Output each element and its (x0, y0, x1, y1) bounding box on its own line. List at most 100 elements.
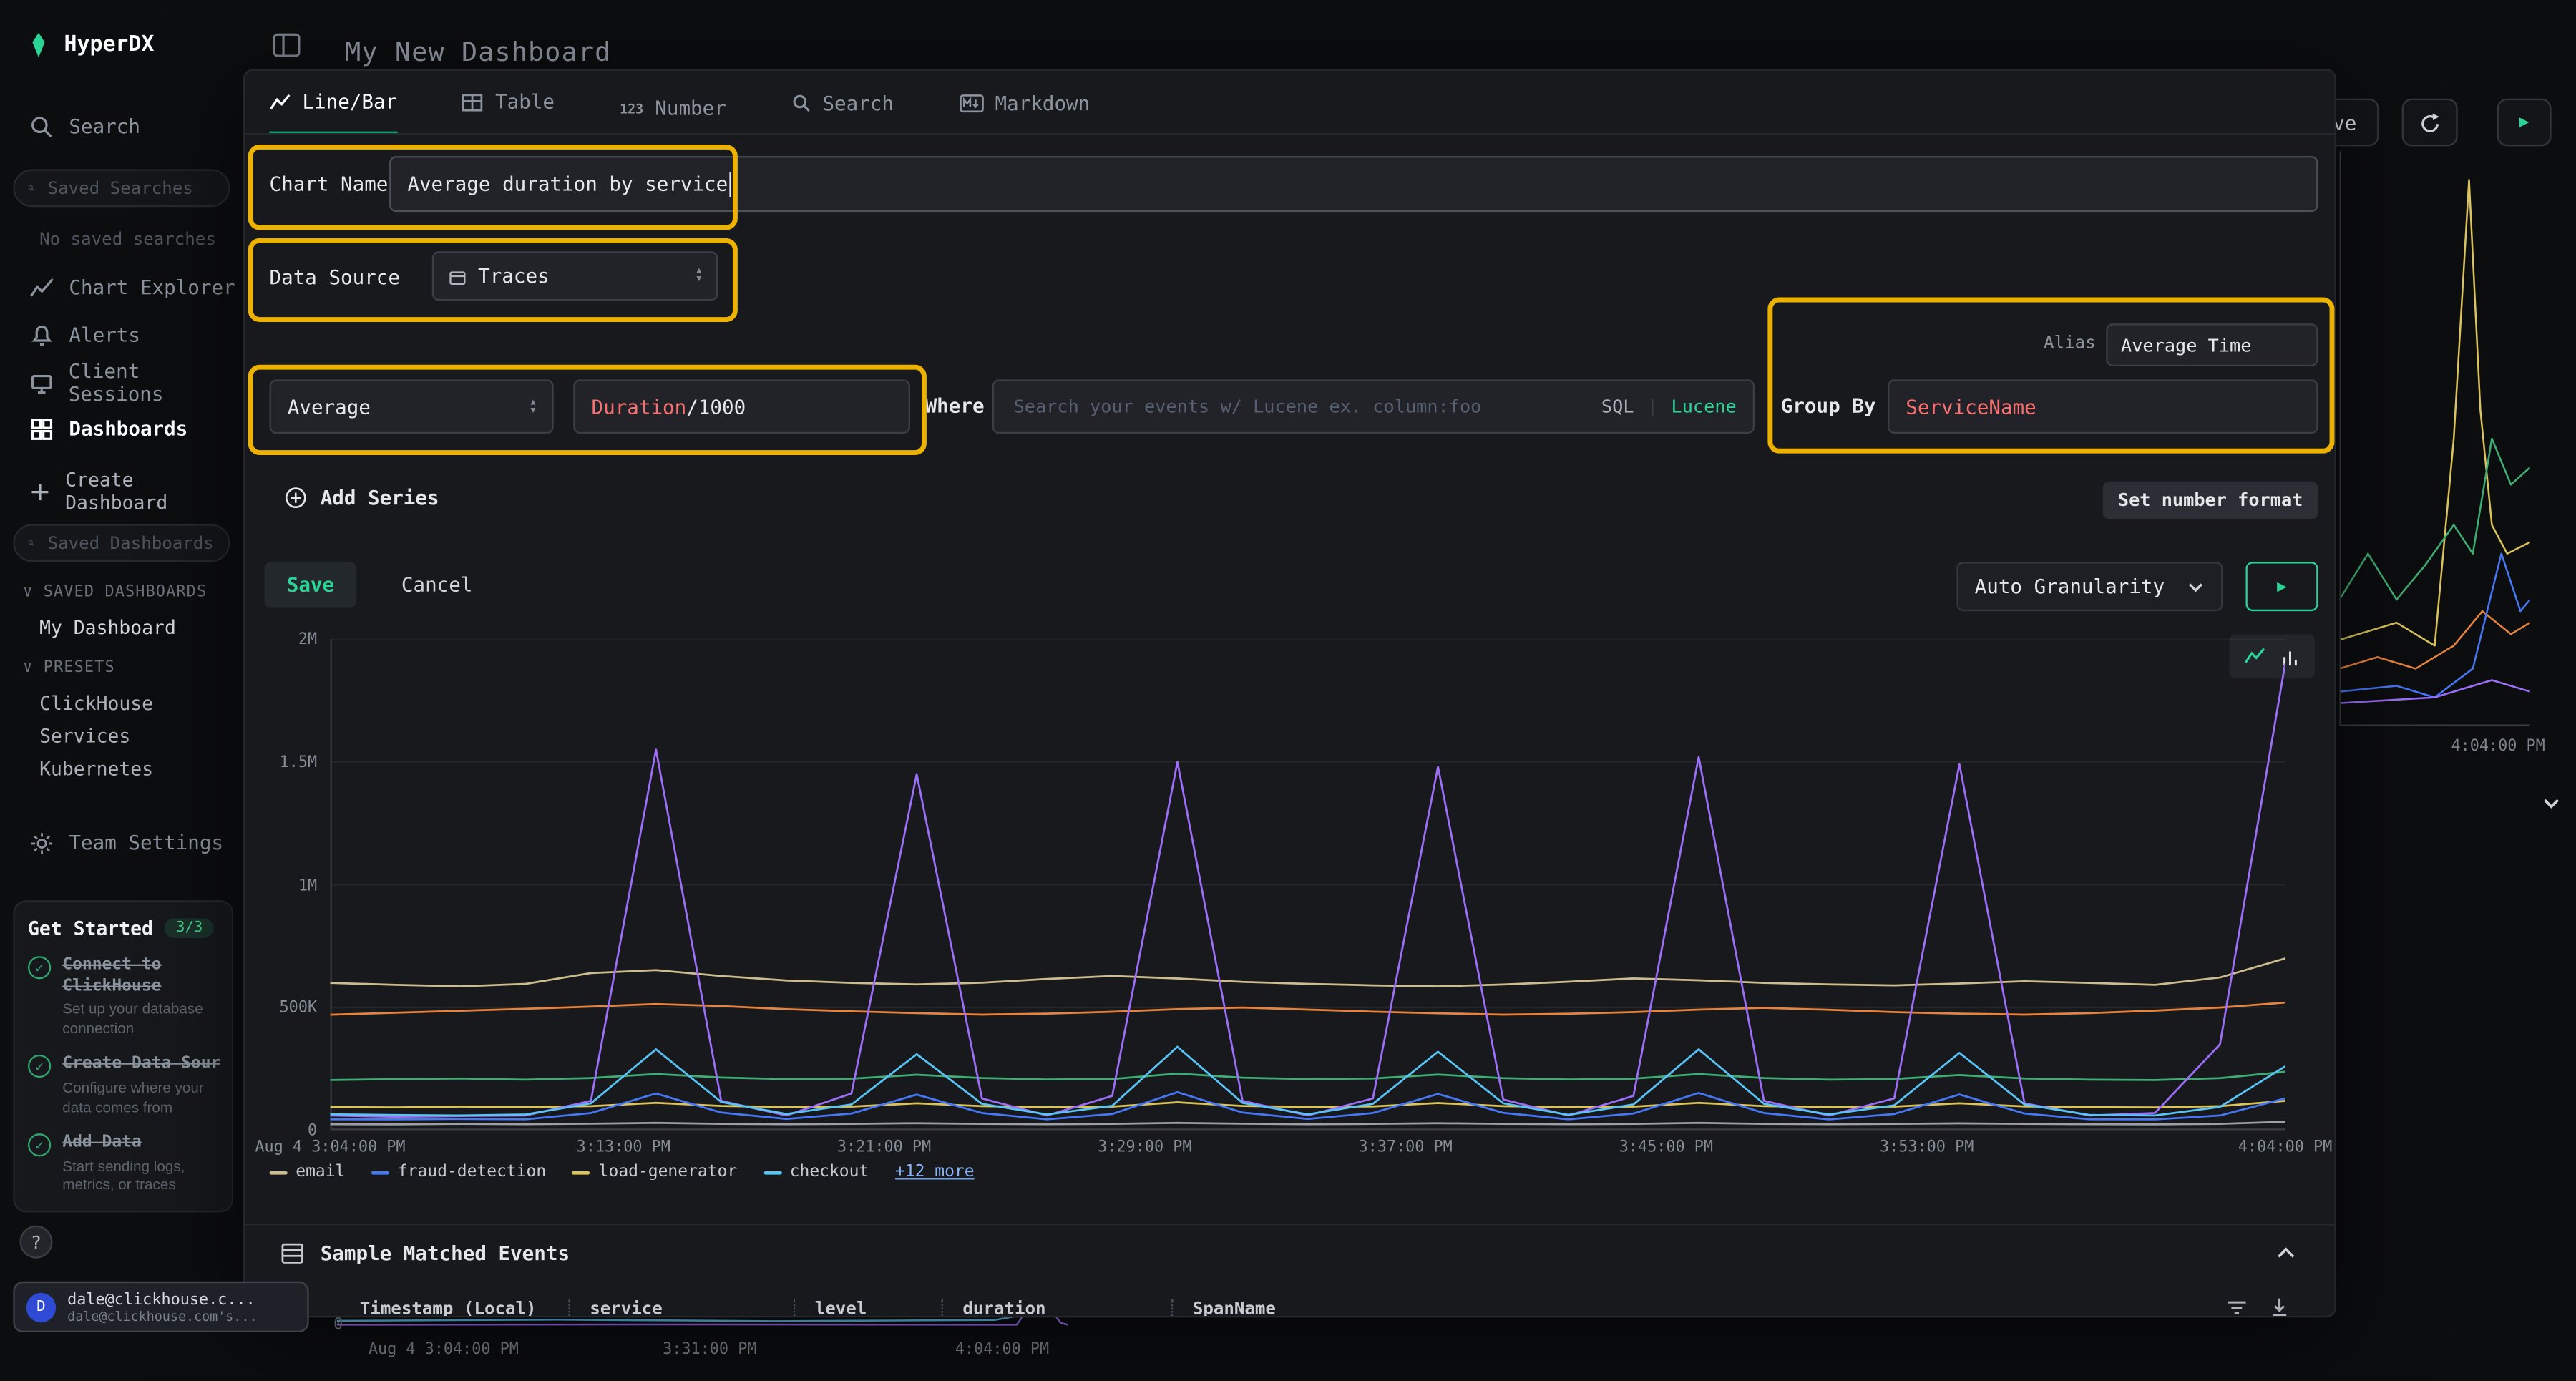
field-value-rest: /1000 (686, 395, 746, 418)
no-saved-searches-text: No saved searches (39, 230, 216, 250)
sidebar-item-label: Client Sessions (69, 360, 243, 406)
data-source-select[interactable]: Traces ▲▼ (432, 251, 718, 301)
sidebar-item-my-dashboard[interactable]: My Dashboard (39, 616, 176, 639)
filter-icon[interactable] (2226, 1298, 2248, 1318)
get-started-badge: 3/3 (165, 918, 214, 938)
sql-toggle[interactable]: SQL (1601, 396, 1634, 417)
collapse-chevron-icon[interactable] (2275, 1245, 2297, 1262)
presets-section-header[interactable]: ∨ PRESETS (23, 659, 236, 677)
group-by-input[interactable]: ServiceName (1888, 379, 2318, 434)
saved-dashboards-input[interactable] (13, 524, 230, 562)
legend-item[interactable]: fraud-detection (371, 1163, 546, 1181)
tab-number[interactable]: 123 Number (620, 77, 726, 140)
user-menu[interactable]: D dale@clickhouse.c... dale@clickhouse.c… (13, 1282, 308, 1332)
table-column-header[interactable]: level (794, 1299, 942, 1317)
chart-name-value: Average duration by service (407, 172, 728, 195)
check-circle-icon: ✓ (28, 956, 51, 979)
table-column-header[interactable]: Timestamp (Local) (360, 1299, 569, 1317)
legend-label: fraud-detection (398, 1163, 546, 1181)
tabs-divider (245, 133, 2334, 135)
refresh-button[interactable] (2402, 99, 2458, 147)
step-title: Create Data Source (62, 1055, 220, 1076)
y-tick-label: 500K (245, 999, 317, 1017)
create-dashboard-label: Create Dashboard (65, 468, 243, 514)
legend-item[interactable]: +12 more (895, 1163, 975, 1181)
get-started-step[interactable]: ✓ Add Data Start sending logs, metrics, … (28, 1134, 218, 1196)
where-label: Where (925, 394, 985, 417)
sidebar-item-label: Dashboards (69, 417, 187, 440)
search-icon (28, 534, 34, 552)
sidebar-collapse-icon[interactable] (273, 33, 301, 57)
tab-search[interactable]: Search (791, 72, 894, 134)
aggregation-select[interactable]: Average ▲▼ (270, 379, 554, 434)
granularity-select[interactable]: Auto Granularity (1956, 562, 2223, 611)
lucene-toggle[interactable]: Lucene (1672, 396, 1737, 417)
sidebar-item-chart-explorer[interactable]: Chart Explorer (0, 266, 243, 309)
bell-icon (29, 323, 54, 347)
hyperdx-logo[interactable]: HyperDX (26, 33, 155, 57)
sidebar-item-alerts[interactable]: Alerts (0, 314, 243, 357)
saved-dashboards-section-header[interactable]: ∨ SAVED DASHBOARDS (23, 583, 236, 601)
tab-label: Search (822, 91, 894, 114)
get-started-step[interactable]: ✓ Connect to ClickHouse Set up your data… (28, 956, 218, 1039)
table-icon (462, 91, 484, 112)
legend-item[interactable]: email (270, 1163, 346, 1181)
hyperdx-logo-icon (26, 33, 51, 57)
chart-name-input[interactable]: Average duration by service (389, 156, 2318, 212)
sidebar-item-search[interactable]: Search (0, 105, 243, 148)
alias-value: Average Time (2121, 334, 2251, 356)
chart-editor-modal: Line/Bar Table 123 Number Search (243, 69, 2336, 1317)
set-number-format-button[interactable]: Set number format (2103, 482, 2318, 519)
run-chart-button[interactable]: ▶ (2245, 562, 2318, 611)
preset-clickhouse[interactable]: ClickHouse (39, 692, 153, 715)
get-started-title: Get Started (28, 917, 153, 940)
legend-item[interactable]: checkout (763, 1163, 869, 1181)
bg-right-axis-label: 4:04:00 PM (2451, 738, 2545, 756)
legend-color-dash (763, 1171, 781, 1174)
chevron-down-icon (2187, 579, 2205, 594)
legend-color-dash (371, 1171, 389, 1174)
where-search-input[interactable]: SQL | Lucene (992, 379, 1755, 434)
create-dashboard-button[interactable]: Create Dashboard (0, 470, 243, 513)
scroll-down-chevron-icon[interactable] (2540, 794, 2562, 814)
x-tick-label: 3:29:00 PM (1038, 1138, 1252, 1156)
download-icon[interactable] (2269, 1296, 2290, 1317)
add-series-button[interactable]: Add Series (284, 487, 439, 509)
sidebar-item-label: Chart Explorer (69, 276, 235, 299)
background-right-chart (2339, 151, 2529, 726)
data-source-value: Traces (478, 265, 550, 288)
bg-bottom-zero-label: 0 (333, 1316, 343, 1334)
sidebar-item-team-settings[interactable]: Team Settings (0, 821, 243, 864)
field-input[interactable]: Duration/1000 (573, 379, 910, 434)
help-button[interactable]: ? (20, 1226, 53, 1259)
sample-events-header[interactable]: Sample Matched Events (281, 1242, 570, 1265)
table-column-header[interactable]: service (568, 1299, 794, 1317)
x-tick-label: 3:53:00 PM (1820, 1138, 2033, 1156)
sidebar-item-client-sessions[interactable]: Client Sessions (0, 361, 243, 404)
check-circle-icon: ✓ (28, 1055, 51, 1078)
legend-item[interactable]: load-generator (572, 1163, 737, 1181)
saved-searches-field[interactable] (44, 177, 215, 200)
section-label: PRESETS (44, 659, 115, 677)
saved-dashboards-field[interactable] (44, 532, 215, 555)
refresh-icon (2419, 111, 2441, 134)
sidebar-item-dashboards[interactable]: Dashboards (0, 407, 243, 450)
chart-legend: email fraud-detection load-generator checko… (270, 1163, 1001, 1181)
save-button[interactable]: Save (265, 562, 357, 607)
table-column-header[interactable]: SpanName (1171, 1299, 1664, 1317)
preset-kubernetes[interactable]: Kubernetes (39, 757, 153, 780)
get-started-step[interactable]: ✓ Create Data Source Configure where you… (28, 1055, 218, 1118)
help-label: ? (31, 1231, 42, 1253)
y-tick-label: 0 (245, 1122, 317, 1140)
alias-input[interactable]: Average Time (2106, 323, 2318, 366)
saved-searches-input[interactable] (13, 169, 230, 207)
tab-line-bar[interactable]: Line/Bar (270, 72, 398, 135)
table-column-header[interactable]: duration (942, 1299, 1171, 1317)
preset-services[interactable]: Services (39, 724, 130, 747)
background-play-button[interactable]: ▶ (2497, 99, 2552, 147)
legend-more-link[interactable]: +12 more (895, 1163, 975, 1181)
tab-markdown[interactable]: Markdown (959, 72, 1090, 134)
tab-table[interactable]: Table (462, 71, 555, 133)
cancel-button[interactable]: Cancel (393, 562, 482, 607)
where-search-field[interactable] (1010, 394, 1589, 419)
